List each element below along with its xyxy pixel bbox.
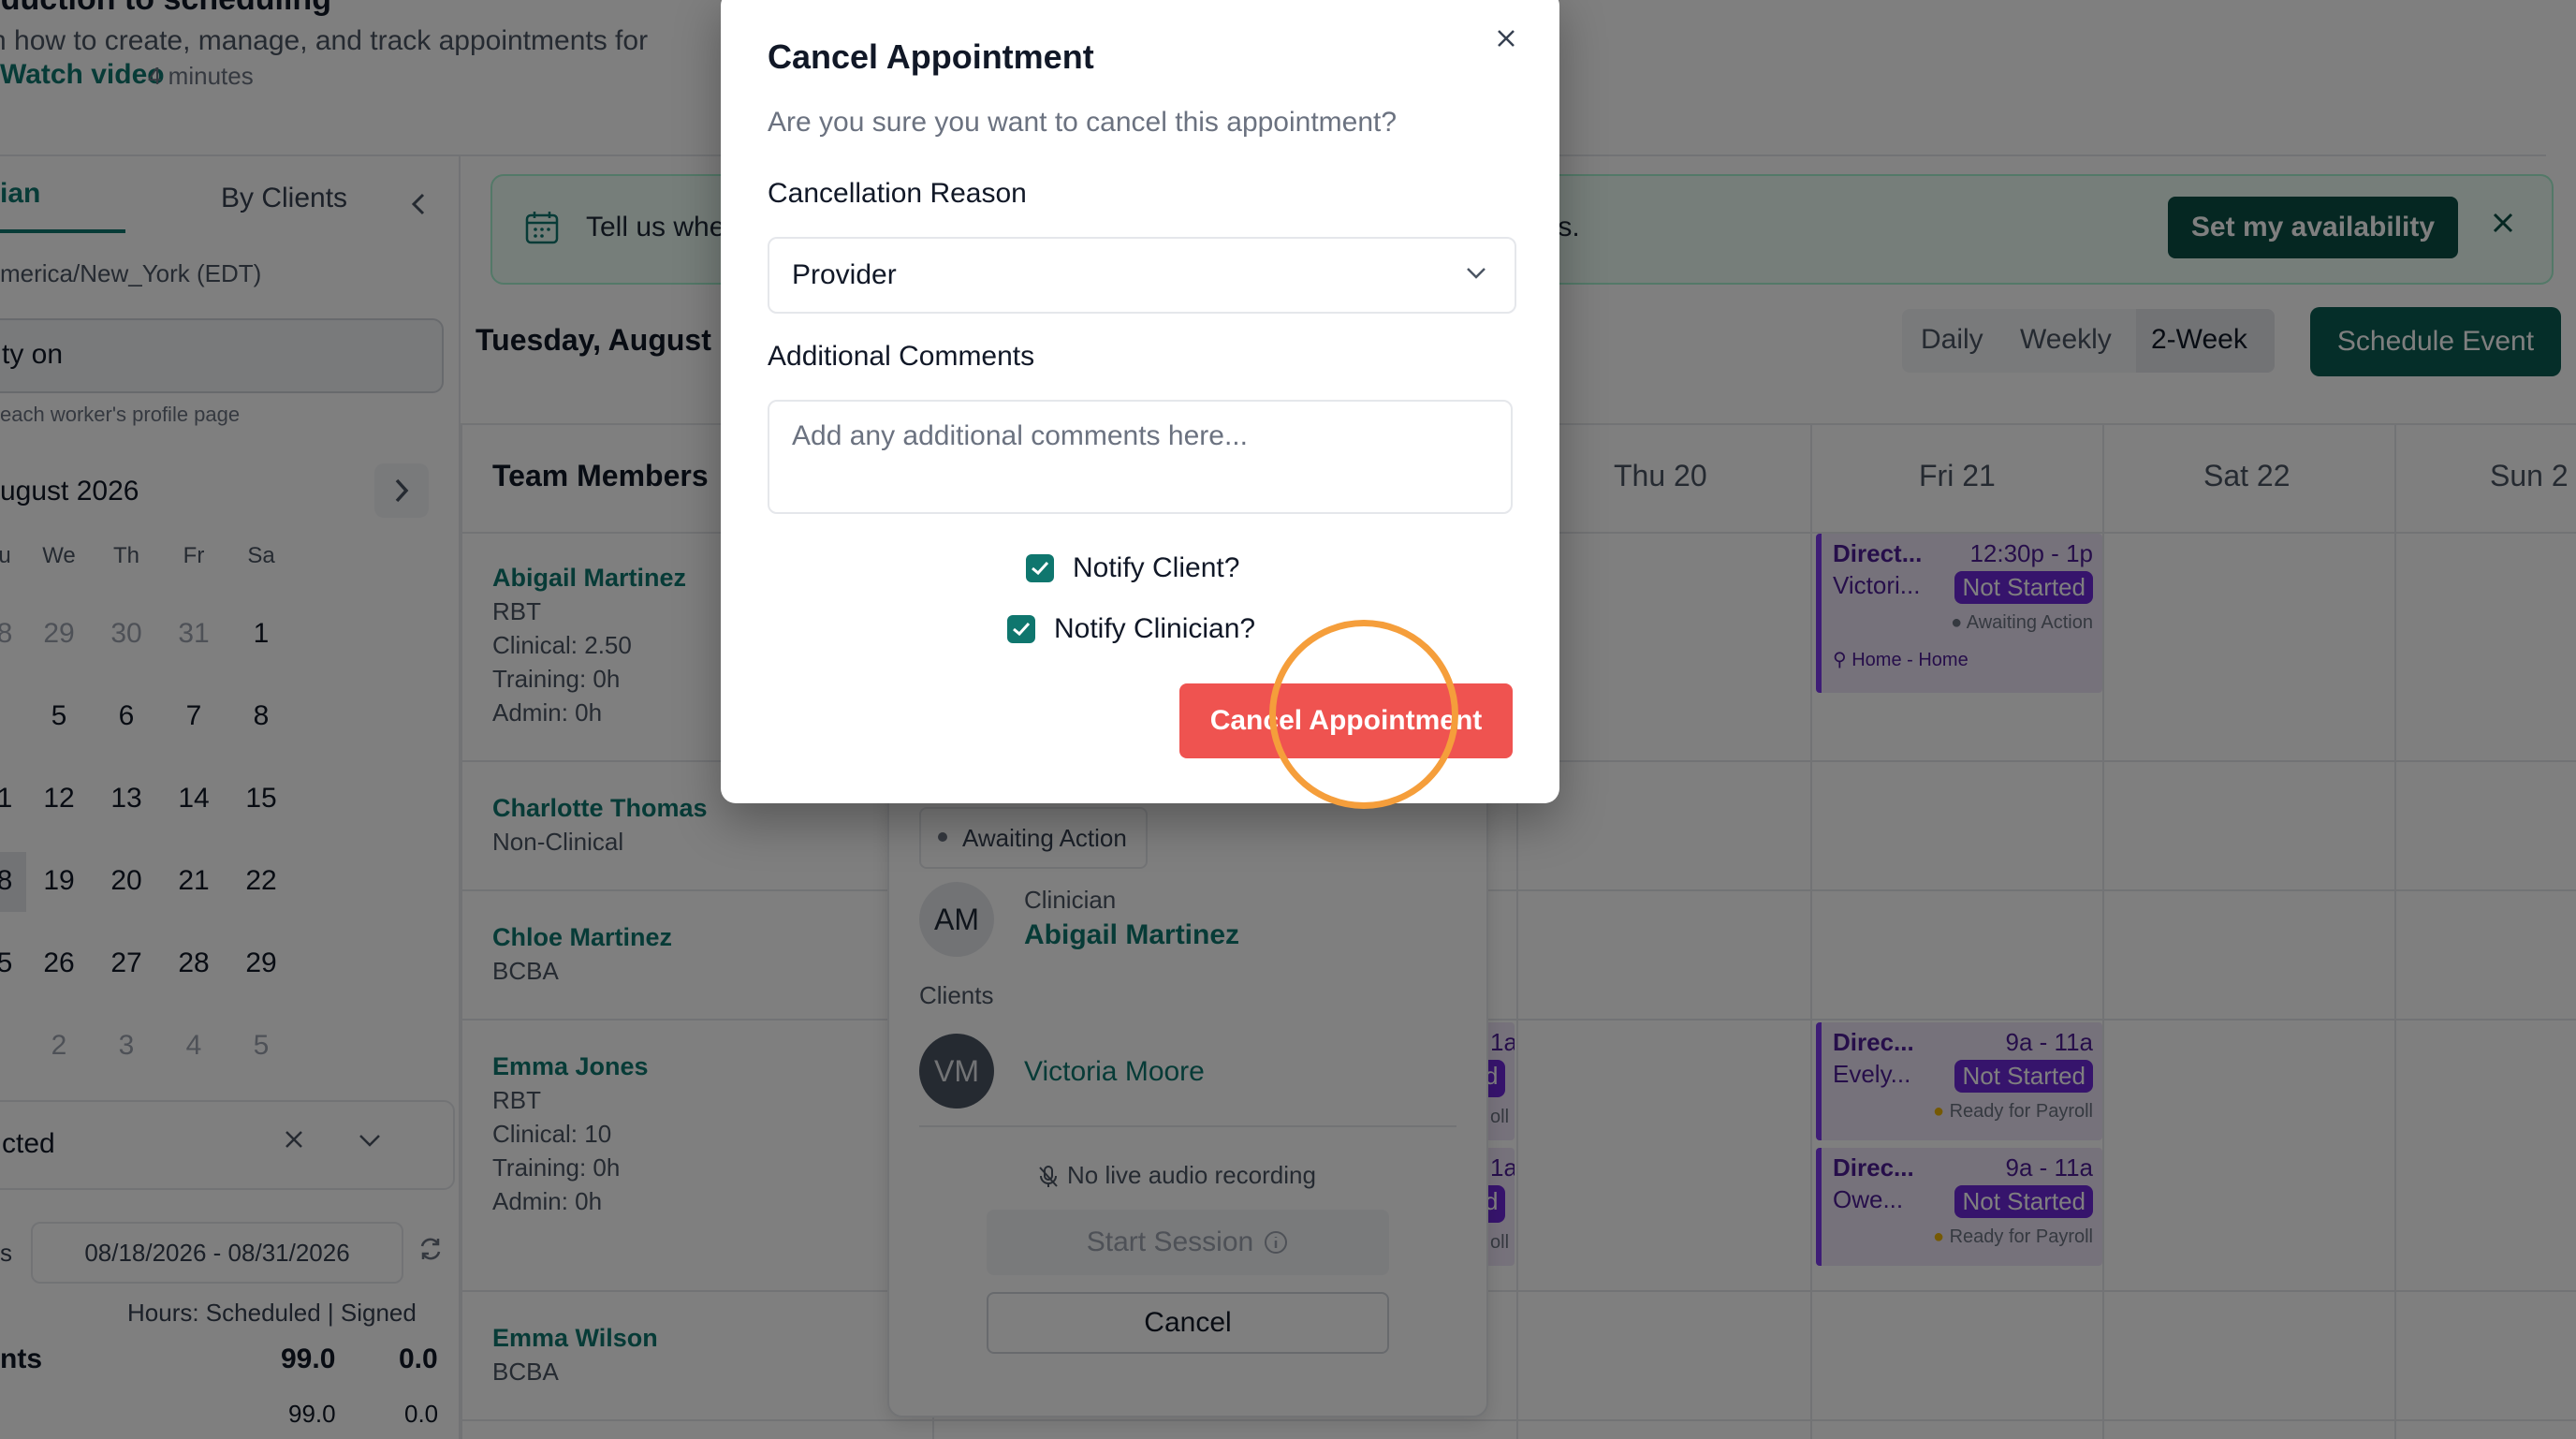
dialog-title: Cancel Appointment: [768, 37, 1094, 76]
dialog-subtitle: Are you sure you want to cancel this app…: [768, 107, 1398, 138]
checkbox-checked-icon[interactable]: [1026, 554, 1054, 582]
notify-client-checkbox[interactable]: Notify Client?: [1026, 552, 1239, 584]
additional-comments-input[interactable]: [768, 400, 1513, 514]
notify-clinician-label: Notify Clinician?: [1054, 613, 1256, 644]
notify-clinician-checkbox[interactable]: Notify Clinician?: [1007, 613, 1255, 645]
cancellation-reason-select[interactable]: Provider: [768, 237, 1516, 314]
notify-client-label: Notify Client?: [1073, 552, 1240, 583]
additional-comments-label: Additional Comments: [768, 341, 1035, 372]
cancellation-reason-label: Cancellation Reason: [768, 178, 1027, 209]
close-icon[interactable]: [1494, 22, 1518, 59]
checkbox-checked-icon[interactable]: [1007, 615, 1035, 643]
click-highlight-ring: [1269, 620, 1458, 809]
cancellation-reason-value: Provider: [792, 259, 897, 290]
chevron-down-icon: [1464, 263, 1488, 286]
